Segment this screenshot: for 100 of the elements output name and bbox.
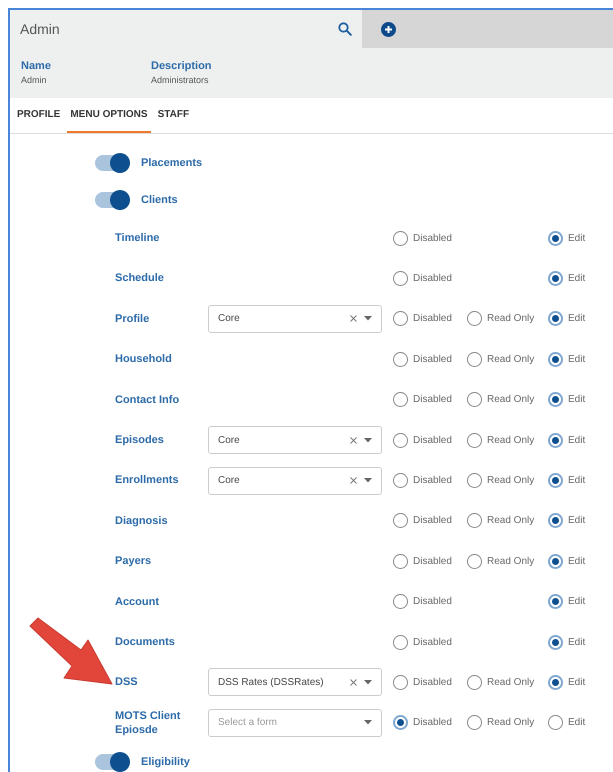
radio-option[interactable]: Disabled (393, 513, 467, 528)
radio-option[interactable]: Disabled (393, 311, 467, 326)
radio-option[interactable]: Disabled (393, 271, 467, 286)
menu-item-label: Profile (115, 312, 150, 326)
radio-option[interactable]: Edit (548, 473, 608, 488)
caret-icon[interactable] (364, 680, 372, 685)
radio-button[interactable] (548, 473, 563, 488)
field-value: Administrators (151, 75, 210, 85)
radio-button[interactable] (467, 513, 482, 528)
radio-option[interactable]: Disabled (393, 634, 467, 650)
radio-button[interactable] (467, 674, 482, 690)
radio-button[interactable] (548, 554, 563, 569)
radio-button[interactable] (393, 674, 408, 690)
radio-button[interactable] (467, 311, 482, 326)
radio-button[interactable] (548, 352, 563, 367)
radio-button[interactable] (548, 432, 563, 448)
radio-option[interactable]: Edit (548, 432, 608, 448)
radio-button[interactable] (393, 513, 408, 528)
form-select[interactable]: Core (208, 304, 382, 333)
radio-button[interactable] (548, 634, 563, 650)
add-icon[interactable] (381, 22, 396, 36)
menu-item-label: Schedule (115, 271, 165, 286)
radio-option[interactable]: Read Only (467, 352, 548, 367)
tab[interactable]: STAFF (154, 98, 192, 133)
caret-icon[interactable] (364, 478, 372, 484)
radio-button[interactable] (548, 230, 563, 246)
radio-button[interactable] (393, 271, 408, 286)
radio-button[interactable] (467, 392, 482, 408)
radio-option[interactable]: Disabled (393, 594, 467, 610)
radio-option[interactable]: Edit (548, 554, 608, 569)
radio-option[interactable]: Disabled (393, 230, 467, 246)
radio-button[interactable] (393, 311, 408, 326)
radio-button[interactable] (393, 230, 408, 246)
radio-option[interactable]: Edit (548, 230, 608, 246)
radio-option[interactable]: Edit (548, 352, 608, 367)
radio-button[interactable] (393, 392, 408, 408)
caret-icon[interactable] (364, 720, 372, 726)
radio-option[interactable]: Disabled (393, 352, 467, 367)
radio-button[interactable] (393, 352, 408, 367)
radio-button[interactable] (467, 432, 482, 448)
radio-button[interactable] (393, 473, 408, 488)
menu-label: Clients (141, 194, 178, 206)
radio-option[interactable]: Edit (548, 634, 608, 650)
tab[interactable]: PROFILE (14, 98, 64, 133)
radio-option[interactable]: Edit (548, 271, 608, 286)
radio-button[interactable] (467, 473, 482, 488)
toggle-switch[interactable] (95, 754, 130, 770)
radio-option[interactable]: Read Only (467, 715, 548, 730)
radio-button[interactable] (548, 392, 563, 408)
radio-option[interactable]: Read Only (467, 554, 548, 569)
caret-icon[interactable] (364, 438, 372, 443)
radio-option[interactable]: Edit (548, 513, 608, 528)
menu-item-label: Timeline (115, 231, 160, 246)
radio-button[interactable] (467, 715, 482, 730)
radio-option[interactable]: Edit (548, 715, 608, 730)
caret-icon[interactable] (364, 316, 372, 322)
radio-button[interactable] (393, 554, 408, 569)
clear-icon[interactable] (350, 436, 357, 444)
menu-label: Eligibility (141, 756, 190, 768)
field-label: Description (151, 60, 212, 72)
toggle-switch[interactable] (95, 154, 130, 170)
form-select[interactable]: Core (208, 426, 382, 454)
menu-item-label: MOTS Client Epiosde (115, 708, 182, 738)
radio-option[interactable]: Disabled (393, 674, 467, 690)
radio-option[interactable]: Read Only (467, 674, 548, 690)
radio-button[interactable] (467, 554, 482, 569)
radio-button[interactable] (548, 311, 563, 326)
radio-option[interactable]: Edit (548, 594, 608, 610)
radio-option[interactable]: Disabled (393, 473, 467, 488)
radio-button[interactable] (548, 674, 563, 690)
radio-option[interactable]: Edit (548, 674, 608, 690)
menu-item-label: Contact Info (115, 392, 180, 407)
radio-option[interactable]: Read Only (467, 392, 548, 408)
radio-button[interactable] (548, 715, 563, 730)
radio-option[interactable]: Edit (548, 392, 608, 408)
radio-option[interactable]: Disabled (393, 392, 467, 408)
form-select[interactable]: Core (208, 466, 382, 495)
search-icon[interactable] (338, 22, 352, 36)
radio-button[interactable] (548, 271, 563, 286)
radio-button[interactable] (548, 594, 563, 610)
radio-button[interactable] (393, 715, 408, 730)
radio-option[interactable]: Read Only (467, 432, 548, 448)
radio-option[interactable]: Disabled (393, 715, 467, 730)
clear-icon[interactable] (350, 477, 357, 484)
radio-option[interactable]: Read Only (467, 513, 548, 528)
form-select[interactable]: DSS Rates (DSSRates) (208, 668, 382, 696)
toggle-switch[interactable] (95, 192, 130, 208)
tab[interactable]: MENU OPTIONS (67, 98, 151, 133)
radio-option[interactable]: Disabled (393, 432, 467, 448)
radio-option[interactable]: Disabled (393, 554, 467, 569)
radio-option[interactable]: Edit (548, 311, 608, 326)
radio-option[interactable]: Read Only (467, 473, 548, 488)
radio-button[interactable] (393, 432, 408, 448)
radio-button[interactable] (393, 594, 408, 610)
radio-option[interactable]: Read Only (467, 311, 548, 326)
clear-icon[interactable] (350, 315, 357, 322)
clear-icon[interactable] (350, 678, 357, 686)
radio-button[interactable] (393, 634, 408, 650)
radio-button[interactable] (467, 352, 482, 367)
radio-button[interactable] (548, 513, 563, 528)
